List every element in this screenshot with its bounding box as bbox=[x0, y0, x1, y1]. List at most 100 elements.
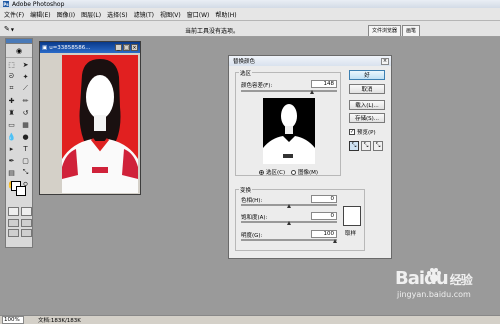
close-icon[interactable]: × bbox=[381, 57, 389, 65]
saturation-label: 饱和度(A): bbox=[241, 215, 268, 221]
slice-tool-icon[interactable]: ⟋ bbox=[20, 83, 32, 94]
type-tool-icon[interactable]: T bbox=[20, 143, 32, 154]
status-bar: 100% 文档:183K/183K bbox=[0, 315, 500, 324]
check-icon[interactable]: ✓ bbox=[349, 129, 355, 135]
full-screen-menu-button[interactable] bbox=[21, 219, 32, 227]
brush-tool-icon[interactable]: ✏ bbox=[20, 95, 32, 106]
marquee-tool-icon[interactable]: ⬚ bbox=[6, 59, 18, 70]
sample-label: 取样 bbox=[345, 231, 357, 237]
path-selection-tool-icon[interactable]: ▸ bbox=[6, 143, 18, 154]
radio-image-label: 图像(M) bbox=[298, 170, 319, 176]
eyedropper-plus-icon[interactable]: ⤡ bbox=[361, 141, 371, 151]
close-icon[interactable]: × bbox=[131, 44, 138, 51]
tab-file-browser[interactable]: 文件浏览器 bbox=[368, 25, 402, 36]
cancel-button[interactable]: 取消 bbox=[349, 84, 385, 94]
magic-wand-tool-icon[interactable]: ✦ bbox=[20, 71, 32, 82]
document-window: ▣ u=33858586... _ □ × bbox=[39, 41, 141, 195]
maximize-icon[interactable]: □ bbox=[123, 44, 130, 51]
preview-label: 预览(P) bbox=[357, 130, 376, 136]
selection-mask-image bbox=[263, 98, 315, 164]
menu-edit[interactable]: 编辑(E) bbox=[29, 10, 51, 19]
crop-tool-icon[interactable]: ⌗ bbox=[6, 83, 18, 94]
jump-to-imageready-button[interactable] bbox=[21, 229, 32, 237]
toolbox: ◉ ⬚ ➤ ᘐ ✦ ⌗ ⟋ ✚ ✏ ♜ ↺ ▭ ▦ 💧 ● ▸ T ✒ ▢ ▤ … bbox=[5, 38, 33, 248]
load-button[interactable]: 载入(L)... bbox=[349, 100, 385, 110]
full-screen-button[interactable] bbox=[8, 229, 19, 237]
selection-group-label: 选区 bbox=[239, 69, 253, 77]
edit-mode-buttons bbox=[8, 207, 32, 216]
eyedropper-buttons: ⤡ ⤡ ⤡ bbox=[349, 141, 383, 151]
fuzziness-input[interactable]: 148 bbox=[311, 80, 337, 88]
gradient-tool-icon[interactable]: ▦ bbox=[20, 119, 32, 130]
app-title: Adobe Photoshop bbox=[12, 0, 65, 8]
radio-image[interactable]: 图像(M) bbox=[291, 168, 318, 176]
fuzziness-label: 颜色容差(F): bbox=[241, 83, 273, 89]
radio-selection[interactable]: 选区(C) bbox=[259, 168, 285, 176]
menu-layer[interactable]: 图层(L) bbox=[80, 10, 102, 19]
menu-filter[interactable]: 滤镜(T) bbox=[133, 10, 155, 19]
saturation-slider-thumb[interactable] bbox=[287, 221, 291, 225]
shape-tool-icon[interactable]: ▢ bbox=[20, 155, 32, 166]
lightness-label: 明度(G): bbox=[241, 233, 263, 239]
sample-color-swatch[interactable] bbox=[343, 206, 361, 226]
notes-tool-icon[interactable]: ▤ bbox=[6, 167, 18, 178]
dialog-title-bar[interactable]: 替换颜色 × bbox=[229, 56, 391, 66]
zoom-field[interactable]: 100% bbox=[2, 316, 24, 324]
menu-window[interactable]: 窗口(W) bbox=[186, 10, 211, 19]
photoshop-app-icon: Ps bbox=[3, 1, 9, 7]
background-color-swatch[interactable] bbox=[16, 186, 26, 196]
hue-input[interactable]: 0 bbox=[311, 195, 337, 203]
watermark-site: jingyan.baidu.com bbox=[397, 290, 471, 299]
hue-slider-thumb[interactable] bbox=[287, 204, 291, 208]
healing-brush-tool-icon[interactable]: ✚ bbox=[6, 95, 18, 106]
menu-image[interactable]: 图像(I) bbox=[56, 10, 76, 19]
blur-tool-icon[interactable]: 💧 bbox=[6, 131, 18, 142]
radio-selection-label: 选区(C) bbox=[266, 170, 286, 176]
dodge-tool-icon[interactable]: ● bbox=[20, 131, 32, 142]
document-title-bar[interactable]: ▣ u=33858586... _ □ × bbox=[40, 42, 140, 53]
radio-selection-dot[interactable] bbox=[259, 169, 264, 175]
preview-checkbox[interactable]: ✓ 预览(P) bbox=[349, 128, 376, 136]
palette-well: 文件浏览器 画笔 bbox=[368, 25, 421, 37]
options-bar: ✎ ▼ 当前工具没有选项。 文件浏览器 画笔 bbox=[0, 21, 500, 37]
save-button[interactable]: 存储(S)... bbox=[349, 113, 385, 123]
ok-button[interactable]: 好 bbox=[349, 70, 385, 80]
menu-file[interactable]: 文件(F) bbox=[3, 10, 25, 19]
eyedropper-tool-icon[interactable]: ⤡ bbox=[20, 167, 32, 178]
stamp-tool-icon[interactable]: ♜ bbox=[6, 107, 18, 118]
eyedropper-minus-icon[interactable]: ⤡ bbox=[373, 141, 383, 151]
document-size: 文档:183K/183K bbox=[38, 318, 81, 324]
screen-mode-buttons bbox=[8, 219, 32, 237]
quick-mask-mode-button[interactable] bbox=[21, 207, 32, 216]
standard-mode-button[interactable] bbox=[8, 207, 19, 216]
radio-image-dot[interactable] bbox=[291, 169, 296, 175]
lasso-tool-icon[interactable]: ᘐ bbox=[6, 71, 18, 82]
replace-color-dialog: 替换颜色 × 选区 颜色容差(F): 148 选区(C) 图像(M) 变换 色相… bbox=[228, 55, 392, 259]
menu-select[interactable]: 选择(S) bbox=[106, 10, 129, 19]
lightness-slider-thumb[interactable] bbox=[333, 239, 337, 243]
history-brush-tool-icon[interactable]: ↺ bbox=[20, 107, 32, 118]
baidu-paw-icon bbox=[427, 268, 441, 282]
fuzziness-slider-thumb[interactable] bbox=[310, 90, 314, 94]
options-hint: 当前工具没有选项。 bbox=[185, 28, 240, 35]
eyedropper-icon[interactable]: ⤡ bbox=[349, 141, 359, 151]
document-icon: ▣ bbox=[42, 44, 48, 51]
pen-tool-icon[interactable]: ✒ bbox=[6, 155, 18, 166]
minimize-icon[interactable]: _ bbox=[115, 44, 122, 51]
photoshop-eye-icon[interactable]: ◉ bbox=[6, 44, 32, 58]
menu-view[interactable]: 视图(V) bbox=[159, 10, 182, 19]
eraser-tool-icon[interactable]: ▭ bbox=[6, 119, 18, 130]
lightness-slider[interactable] bbox=[241, 239, 337, 241]
fuzziness-slider[interactable] bbox=[241, 90, 337, 92]
dialog-title: 替换颜色 bbox=[233, 59, 256, 65]
eyedropper-tool-preset[interactable]: ✎ ▼ bbox=[4, 24, 22, 34]
document-title: u=33858586... bbox=[49, 44, 91, 51]
tab-brushes[interactable]: 画笔 bbox=[402, 25, 421, 36]
standard-screen-button[interactable] bbox=[8, 219, 19, 227]
saturation-input[interactable]: 0 bbox=[311, 212, 337, 220]
move-tool-icon[interactable]: ➤ bbox=[20, 59, 32, 70]
menu-help[interactable]: 帮助(H) bbox=[214, 10, 237, 19]
selection-preview[interactable] bbox=[263, 98, 315, 164]
document-canvas[interactable] bbox=[62, 55, 138, 193]
lightness-input[interactable]: 100 bbox=[311, 230, 337, 238]
